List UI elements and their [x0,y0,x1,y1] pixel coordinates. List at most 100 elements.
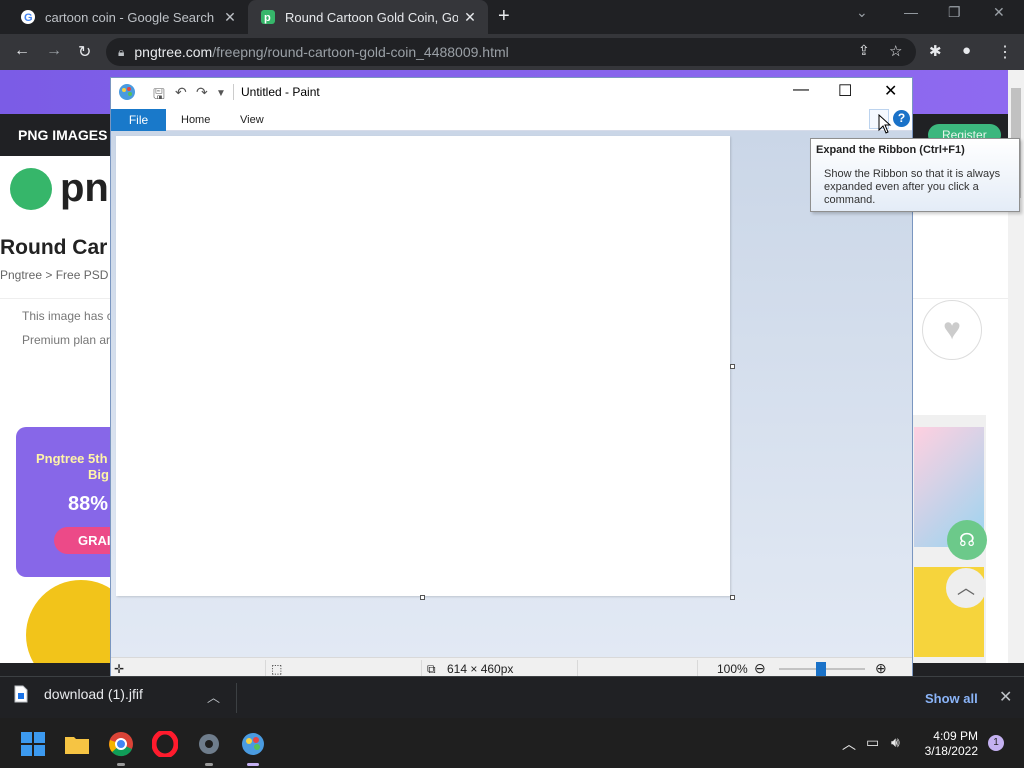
network-icon[interactable]: ▭ [866,734,879,751]
chevron-up-icon[interactable]: ︿ [207,687,220,706]
save-icon[interactable]: 🖫︎ [153,84,165,108]
paint-close-icon[interactable]: ✕ [884,81,897,101]
running-indicator [117,763,125,766]
pngtree-logo-icon[interactable] [10,168,52,210]
chrome-icon[interactable] [108,731,134,757]
tray-overflow-icon[interactable]: ︿ [842,734,856,754]
cursor-position-icon: ✛ [114,662,125,676]
paint-minimize-icon[interactable]: — [793,81,809,99]
tab-title: cartoon coin - Google Search [45,9,215,25]
paint-maximize-icon[interactable]: ☐ [838,81,852,101]
zoom-in-icon[interactable]: ⊕ [875,660,887,677]
profile-icon[interactable]: ● [962,42,971,59]
bookmark-star-icon[interactable]: ☆ [889,42,902,60]
address-bar[interactable]: 🔒︎ pngtree.com/freepng/round-cartoon-gol… [106,38,916,66]
help-icon[interactable]: ? [893,110,910,127]
tab-view[interactable]: View [240,114,264,126]
active-indicator [247,763,259,766]
paint-taskbar-icon[interactable] [240,731,266,757]
promo-discount: 88% [68,493,109,515]
back-to-top-icon[interactable]: ︿ [946,568,986,608]
promo-line-1: Pngtree 5th [36,451,108,466]
download-item[interactable]: download (1).jfif [14,685,143,703]
mouse-cursor-icon [878,114,892,134]
drawing-canvas[interactable] [116,136,730,596]
title-separator [233,84,234,100]
page-title: Round Car [0,236,108,259]
windows-taskbar: ︿ ▭ 🔊︎ 4:09 PM 3/18/2022 1 [0,718,1024,768]
customize-qat-icon[interactable]: ▼ [216,88,226,99]
menu-kebab-icon[interactable]: ⋮ [997,42,1013,62]
resize-handle-bottom[interactable] [420,595,425,600]
download-divider [236,683,237,713]
paint-app-icon[interactable] [118,83,136,101]
breadcrumb[interactable]: Pngtree > Free PSD [0,268,108,282]
tooltip-body: Show the Ribbon so that it is always exp… [824,168,1001,206]
tab-title: Round Cartoon Gold Coin, Gold Coin [285,9,458,25]
canvas-size-icon: ⧉ [427,662,436,676]
ribbon-tooltip: Expand the Ribbon (Ctrl+F1) Show the Rib… [810,138,1020,212]
restore-icon[interactable]: ❐ [948,4,961,21]
tab-search-icon[interactable]: ⌄ [856,4,868,21]
minimize-icon[interactable]: — [904,4,918,20]
pngtree-logo-text[interactable]: pn [60,166,109,211]
close-tab-icon[interactable]: ✕ [218,9,242,26]
zoom-level-text: 100% [717,662,748,676]
resize-handle-corner[interactable] [730,595,735,600]
redo-icon[interactable]: ↷ [196,84,208,101]
canvas-size-text: 614 × 460px [447,662,514,676]
customer-support-icon[interactable]: ☊ [947,520,987,560]
new-tab-button[interactable]: + [498,6,510,26]
back-icon[interactable]: ← [14,42,30,60]
paint-workspace [111,131,912,657]
volume-icon[interactable]: 🔊︎ [891,734,900,751]
tab-google-search[interactable]: G cartoon coin - Google Search ✕ [8,0,248,34]
clock-date: 3/18/2022 [924,744,978,758]
running-indicator [205,763,213,766]
file-icon [14,685,28,703]
notice-line-1: This image has c [22,309,113,323]
file-explorer-icon[interactable] [64,731,90,757]
tooltip-title: Expand the Ribbon (Ctrl+F1) [816,144,965,156]
close-window-icon[interactable]: ✕ [993,4,1005,21]
clock[interactable]: 4:09 PM 3/18/2022 [916,729,978,759]
url-host: pngtree.com [134,44,213,60]
settings-gear-icon[interactable] [196,731,222,757]
favorite-heart-icon[interactable]: ♥ [922,300,982,360]
promo-line-2: Big [88,467,109,482]
resize-handle-right[interactable] [730,364,735,369]
download-bar: download (1).jfif ︿ Show all ✕ [0,676,1024,718]
tab-pngtree[interactable]: p Round Cartoon Gold Coin, Gold Coin ✕ [248,0,488,34]
browser-toolbar: ← → ↻ 🔒︎ pngtree.com/freepng/round-carto… [0,34,1024,70]
pngtree-icon: p [261,10,275,24]
selection-size-icon: ⬚ [271,662,283,676]
clock-time: 4:09 PM [933,729,978,743]
tab-strip: G cartoon coin - Google Search ✕ p Round… [0,0,1024,34]
undo-icon[interactable]: ↶ [175,84,187,101]
zoom-out-icon[interactable]: ⊖ [754,660,766,677]
notification-badge[interactable]: 1 [988,735,1004,751]
google-icon: G [21,10,35,24]
paint-window: 🖫︎ ↶ ↷ ▼ Untitled - Paint — ☐ ✕ File Hom… [110,77,913,681]
notice-line-2: Premium plan ar [22,333,111,347]
paint-window-title: Untitled - Paint [241,85,320,99]
forward-icon[interactable]: → [46,42,62,60]
paint-title-bar[interactable]: 🖫︎ ↶ ↷ ▼ Untitled - Paint — ☐ ✕ [111,78,912,106]
tab-file[interactable]: File [111,109,166,131]
extensions-icon[interactable]: ✱ [929,42,942,60]
tab-home[interactable]: Home [181,114,210,126]
windows-start-icon[interactable] [20,731,46,757]
close-download-bar-icon[interactable]: ✕ [999,687,1012,707]
share-icon[interactable]: ⇪ [858,42,870,59]
close-tab-icon[interactable]: ✕ [458,9,482,26]
svg-text:G: G [24,12,33,24]
svg-text:p: p [264,12,271,24]
opera-icon[interactable] [152,731,178,757]
reload-icon[interactable]: ↻ [78,42,91,62]
show-all-link[interactable]: Show all [925,691,978,706]
zoom-slider-thumb[interactable] [816,662,826,676]
nav-png-images[interactable]: PNG IMAGES [18,127,107,143]
url-path: /freepng/round-cartoon-gold-coin_4488009… [212,44,509,60]
lock-icon: 🔒︎ [118,44,125,59]
download-file-name: download (1).jfif [44,686,143,702]
